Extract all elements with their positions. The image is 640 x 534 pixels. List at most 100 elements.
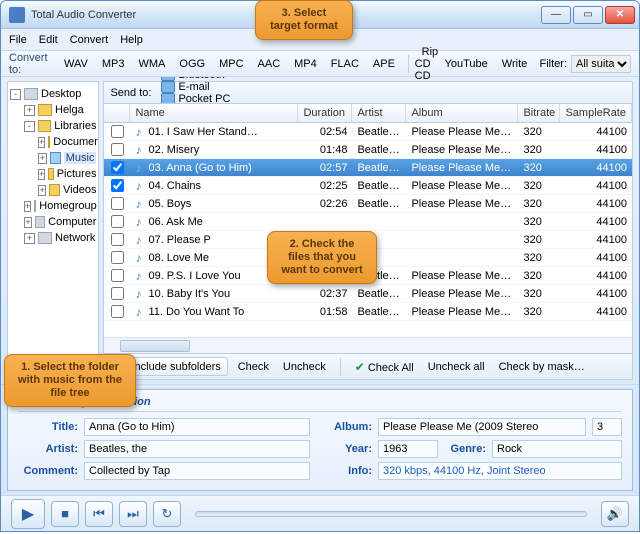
row-checkbox[interactable]	[111, 179, 124, 192]
year-field[interactable]: 1963	[378, 440, 438, 458]
tree-node-helga[interactable]: + Helga	[10, 102, 96, 118]
col-name[interactable]: Name	[130, 104, 298, 122]
row-checkbox[interactable]	[111, 143, 124, 156]
tree-node-music[interactable]: + Music	[10, 150, 96, 166]
row-checkbox[interactable]	[111, 233, 124, 246]
tree-label[interactable]: Libraries	[54, 120, 96, 132]
genre-field[interactable]: Rock	[492, 440, 622, 458]
row-checkbox[interactable]	[111, 125, 124, 138]
artist-field[interactable]: Beatles, the	[84, 440, 310, 458]
row-checkbox[interactable]	[111, 287, 124, 300]
expand-icon[interactable]: +	[38, 153, 47, 164]
format-mp4-button[interactable]: MP4	[287, 55, 324, 73]
tree-node-pictures[interactable]: + Pictures	[10, 166, 96, 182]
format-aac-button[interactable]: AAC	[251, 55, 288, 73]
format-ape-button[interactable]: APE	[366, 55, 402, 73]
format-mp3-button[interactable]: MP3	[95, 55, 132, 73]
col-duration[interactable]: Duration	[298, 104, 352, 122]
row-name: 02. Misery	[148, 144, 199, 156]
expand-icon[interactable]: +	[24, 201, 31, 212]
row-checkbox[interactable]	[111, 161, 124, 174]
row-checkbox[interactable]	[111, 269, 124, 282]
include-subfolders-label: Include subfolders	[131, 361, 220, 373]
tree-label[interactable]: Videos	[63, 184, 96, 196]
expand-icon[interactable]: -	[24, 121, 35, 132]
format-wma-button[interactable]: WMA	[132, 55, 173, 73]
tree-label[interactable]: Music	[64, 152, 97, 164]
table-row[interactable]: ♪06. Ask Me32044100	[104, 213, 632, 231]
filter-select[interactable]: All suitab	[571, 55, 631, 73]
scrollbar-thumb[interactable]	[120, 340, 190, 352]
seek-slider[interactable]	[195, 511, 587, 517]
expand-icon[interactable]: +	[38, 185, 46, 196]
minimize-button[interactable]: —	[541, 6, 571, 24]
check-button[interactable]: Check	[234, 359, 273, 375]
tree-label[interactable]: Documents	[53, 136, 99, 148]
format-mpc-button[interactable]: MPC	[212, 55, 250, 73]
table-row[interactable]: ♪11. Do You Want To01:58Beatles…Please P…	[104, 303, 632, 321]
horizontal-scrollbar[interactable]	[104, 337, 632, 353]
uncheck-button[interactable]: Uncheck	[279, 359, 330, 375]
tree-node-videos[interactable]: + Videos	[10, 182, 96, 198]
col-artist[interactable]: Artist	[352, 104, 406, 122]
title-field[interactable]: Anna (Go to Him)	[84, 418, 310, 436]
repeat-button[interactable]: ↻	[153, 501, 181, 527]
format-flac-button[interactable]: FLAC	[324, 55, 366, 73]
table-row[interactable]: ♪05. Boys02:26Beatles…Please Please Me ……	[104, 195, 632, 213]
col-album[interactable]: Album	[406, 104, 518, 122]
tree-label[interactable]: Pictures	[57, 168, 97, 180]
row-checkbox[interactable]	[111, 197, 124, 210]
table-row[interactable]: ♪01. I Saw Her Stand…02:54Beatles…Please…	[104, 123, 632, 141]
play-button[interactable]: ▶	[11, 499, 45, 529]
volume-button[interactable]: 🔊	[601, 501, 629, 527]
table-row[interactable]: ♪04. Chains02:25Beatles…Please Please Me…	[104, 177, 632, 195]
table-row[interactable]: ♪03. Anna (Go to Him)02:57Beatles…Please…	[104, 159, 632, 177]
tree-node-desktop[interactable]: - Desktop	[10, 86, 96, 102]
format-wav-button[interactable]: WAV	[57, 55, 95, 73]
tree-node-documents[interactable]: + Documents	[10, 134, 96, 150]
sendto-e-mail[interactable]: E-mail	[161, 81, 238, 93]
row-checkbox[interactable]	[111, 251, 124, 264]
tree-label[interactable]: Helga	[55, 104, 84, 116]
row-checkbox[interactable]	[111, 215, 124, 228]
tree-node-computer[interactable]: + Computer	[10, 214, 96, 230]
prev-button[interactable]: ⏮	[85, 501, 113, 527]
expand-icon[interactable]: +	[24, 105, 35, 116]
menu-help[interactable]: Help	[120, 34, 143, 46]
tree-label[interactable]: Computer	[48, 216, 96, 228]
tree-label[interactable]: Homegroup	[39, 200, 96, 212]
expand-icon[interactable]: +	[24, 217, 32, 228]
maximize-button[interactable]: ▭	[573, 6, 603, 24]
menu-edit[interactable]: Edit	[39, 34, 58, 46]
tree-node-homegroup[interactable]: + Homegroup	[10, 198, 96, 214]
expand-icon[interactable]: +	[24, 233, 35, 244]
menu-convert[interactable]: Convert	[70, 34, 109, 46]
col-samplerate[interactable]: SampleRate	[560, 104, 632, 122]
table-row[interactable]: ♪02. Misery01:48Beatles…Please Please Me…	[104, 141, 632, 159]
expand-icon[interactable]: +	[38, 169, 45, 180]
row-checkbox[interactable]	[111, 305, 124, 318]
close-button[interactable]: ✕	[605, 6, 635, 24]
table-row[interactable]: ♪10. Baby It's You02:37Beatles…Please Pl…	[104, 285, 632, 303]
stop-button[interactable]: ■	[51, 501, 79, 527]
expand-icon[interactable]: +	[38, 137, 45, 148]
comment-field[interactable]: Collected by Tap	[84, 462, 310, 480]
folder-tree[interactable]: - Desktop + Helga - Libraries + Documents + Music…	[7, 81, 99, 380]
check-all-button[interactable]: ✔ Check All	[351, 358, 418, 376]
check-by-mask-button[interactable]: Check by mask…	[495, 359, 589, 375]
col-bitrate[interactable]: Bitrate	[518, 104, 560, 122]
tree-label[interactable]: Desktop	[41, 88, 81, 100]
menu-file[interactable]: File	[9, 34, 27, 46]
album-field[interactable]: Please Please Me (2009 Stereo	[378, 418, 586, 436]
tree-node-libraries[interactable]: - Libraries	[10, 118, 96, 134]
next-button[interactable]: ⏭	[119, 501, 147, 527]
col-checkbox[interactable]	[104, 104, 130, 122]
expand-icon[interactable]: -	[10, 89, 21, 100]
tree-node-network[interactable]: + Network	[10, 230, 96, 246]
format-ogg-button[interactable]: OGG	[172, 55, 212, 73]
tree-label[interactable]: Network	[55, 232, 95, 244]
youtube-button[interactable]: YouTube	[438, 55, 495, 73]
uncheck-all-button[interactable]: Uncheck all	[424, 359, 489, 375]
row-name: 06. Ask Me	[148, 216, 202, 228]
track-field[interactable]: 3	[592, 418, 622, 436]
